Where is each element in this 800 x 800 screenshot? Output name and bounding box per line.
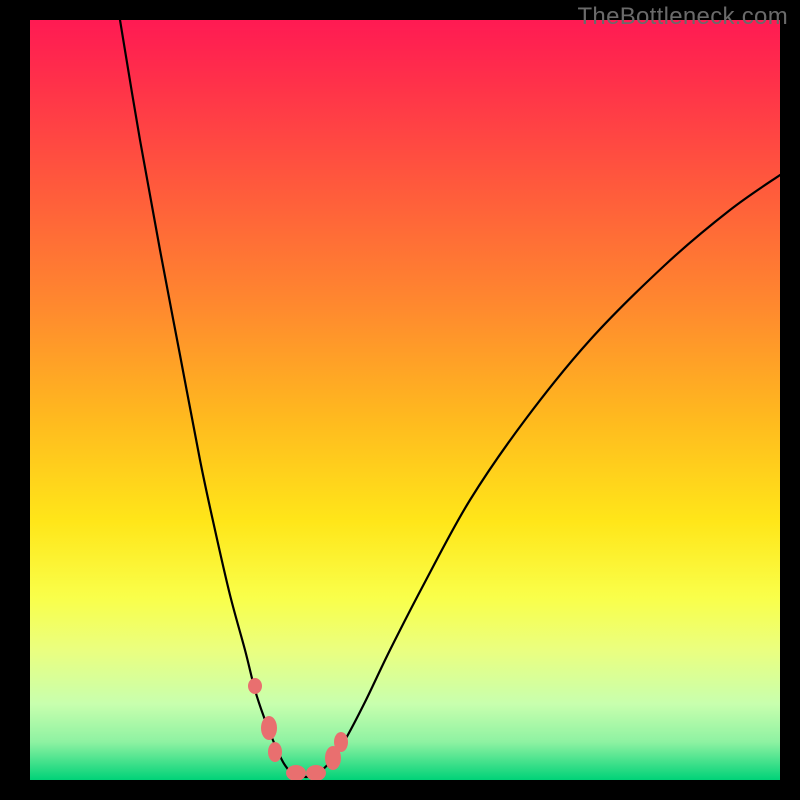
data-point-marker: [334, 732, 348, 752]
chart-plot-area: [30, 20, 780, 780]
curve-left-branch: [120, 20, 290, 772]
data-point-marker: [268, 742, 282, 762]
data-point-markers: [248, 678, 348, 780]
data-point-marker: [286, 765, 306, 780]
curve-right-branch: [320, 175, 780, 772]
bottleneck-curve: [30, 20, 780, 780]
watermark-text: TheBottleneck.com: [577, 3, 788, 31]
data-point-marker: [306, 765, 326, 780]
data-point-marker: [261, 716, 277, 740]
data-point-marker: [248, 678, 262, 694]
